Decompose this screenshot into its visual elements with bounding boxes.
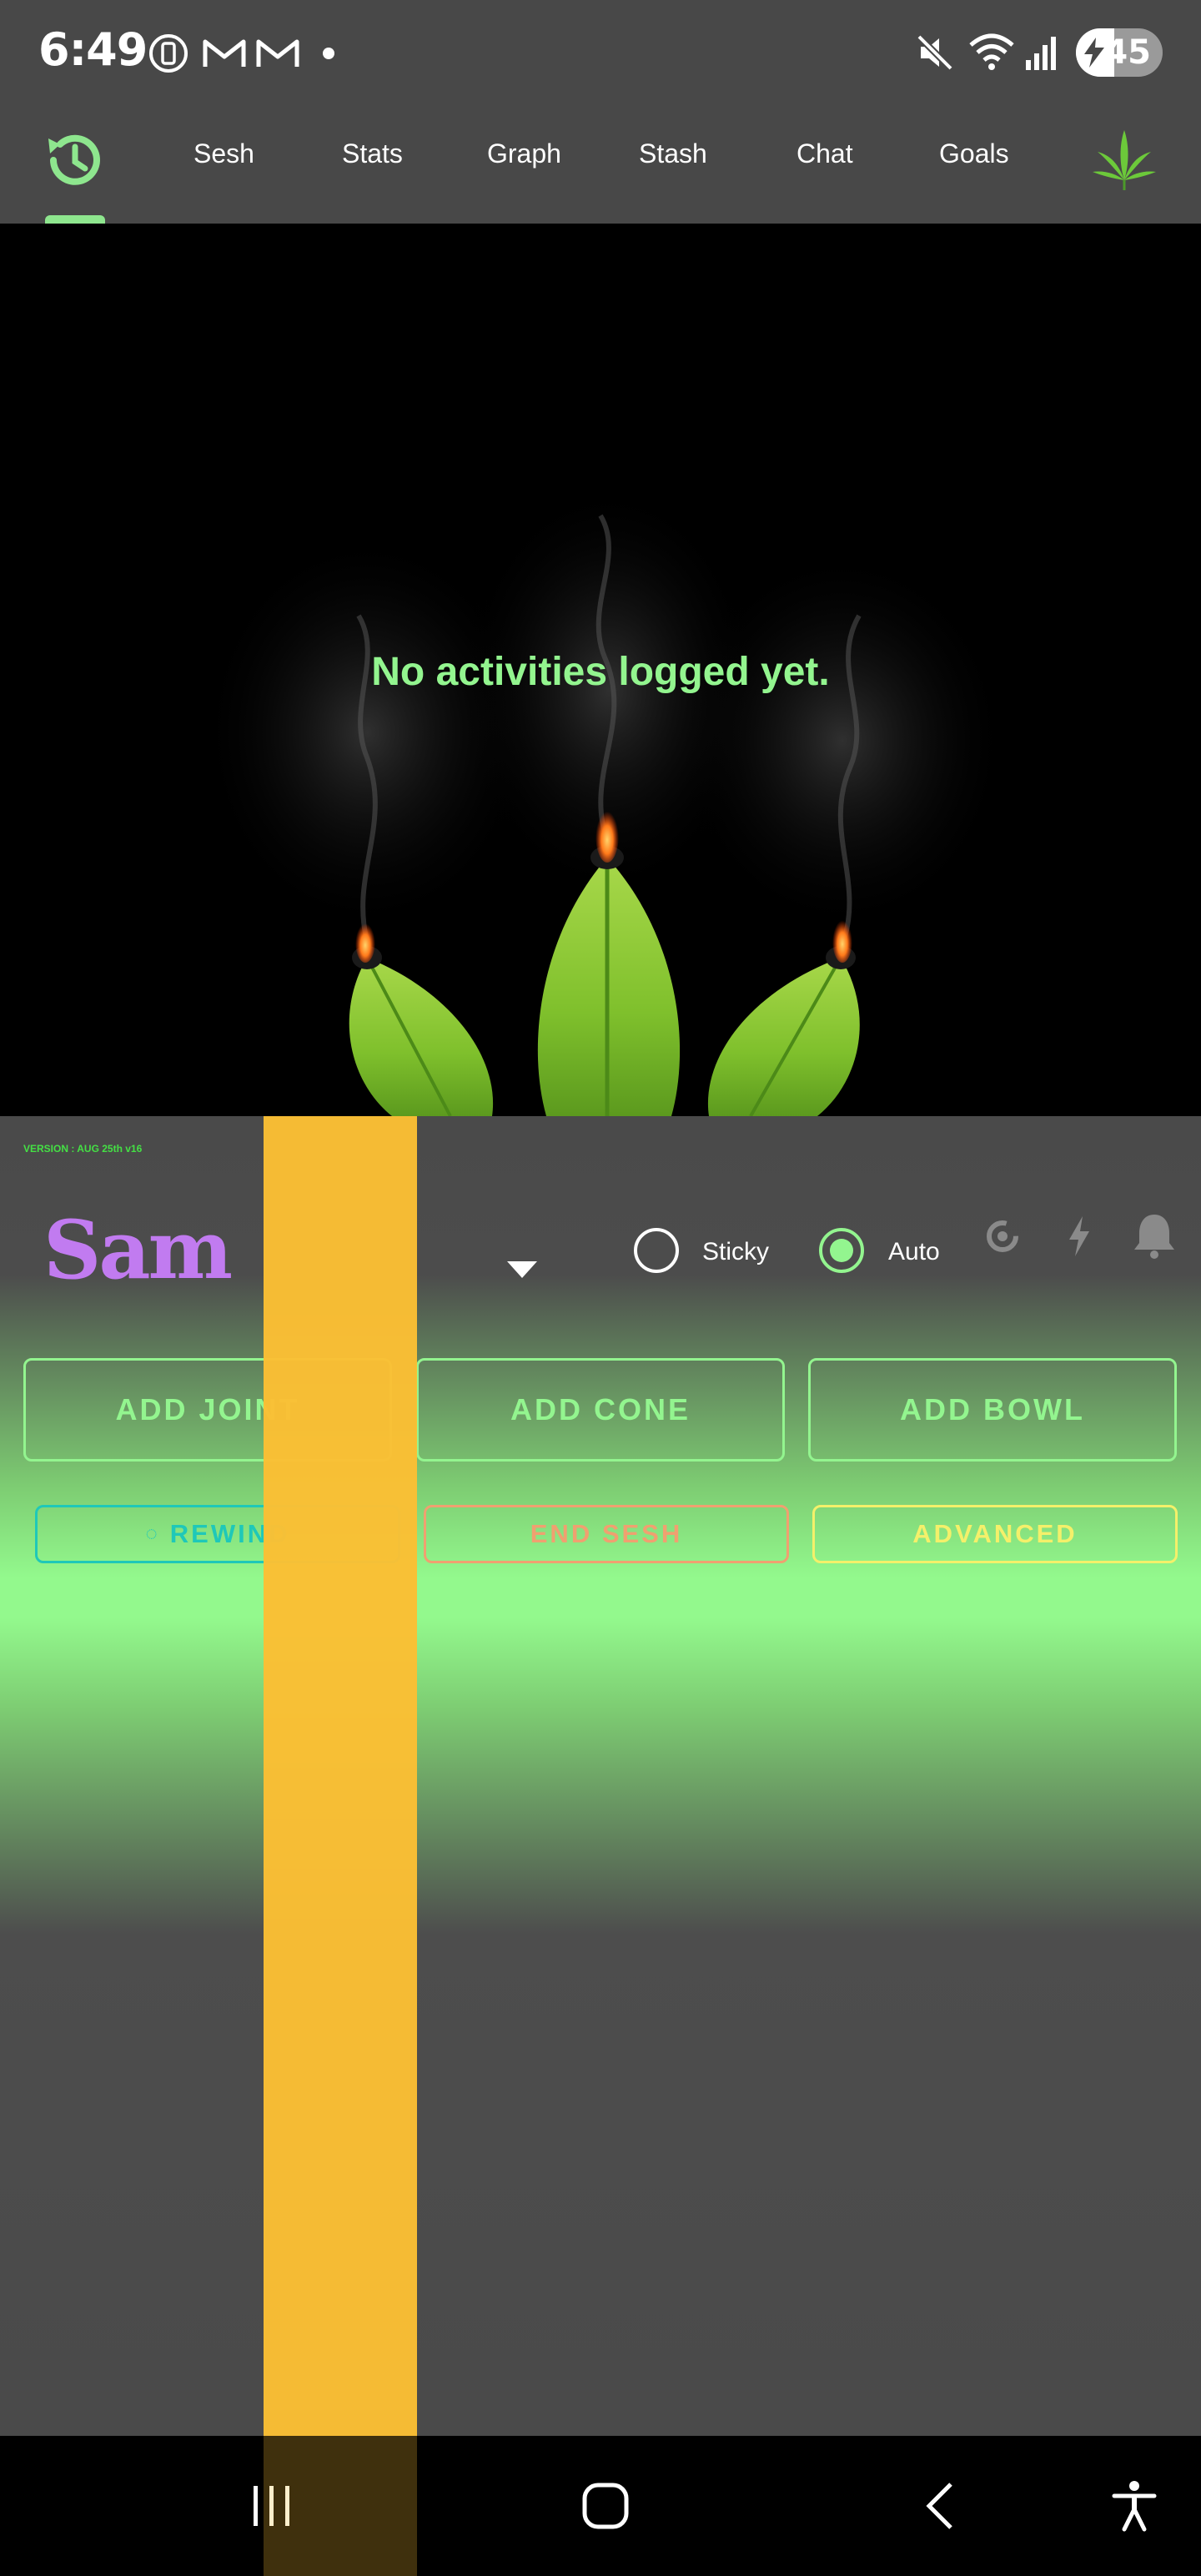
rewind-icon: ◌: [145, 1522, 160, 1545]
rotate-icon[interactable]: [982, 1216, 1023, 1260]
advanced-button[interactable]: ADVANCED: [812, 1505, 1178, 1563]
battery-charging-icon: 45: [1076, 28, 1163, 77]
end-sesh-button[interactable]: END SESH: [424, 1505, 789, 1563]
cannabis-leaf-icon[interactable]: [1091, 127, 1158, 198]
lightning-icon[interactable]: [1066, 1215, 1093, 1262]
auto-radio[interactable]: [819, 1228, 864, 1273]
sticky-label: Sticky: [702, 1238, 770, 1265]
system-nav-bar: [0, 2436, 1201, 2576]
add-cone-button[interactable]: ADD CONE: [416, 1358, 785, 1462]
user-name[interactable]: Sam: [43, 1203, 233, 1297]
overlay-strip-shadow: [264, 2436, 417, 2576]
chevron-down-icon[interactable]: [507, 1261, 537, 1278]
activity-log-area: No activities logged yet.: [0, 224, 1201, 1116]
home-icon[interactable]: [580, 2481, 631, 2535]
tab-stats[interactable]: Stats: [342, 138, 403, 169]
gmail-icon: [254, 32, 302, 79]
empty-state-message: No activities logged yet.: [371, 650, 830, 694]
status-bar: 6:49 45: [0, 0, 1201, 105]
gmail-icon: [200, 32, 249, 79]
screen-record-icon: [147, 32, 190, 79]
back-icon[interactable]: [921, 2481, 961, 2535]
bell-icon[interactable]: [1131, 1210, 1178, 1264]
tab-goals[interactable]: Goals: [939, 138, 1009, 169]
tab-sesh[interactable]: Sesh: [193, 138, 254, 169]
signal-icon: [1024, 32, 1061, 78]
notification-dot-icon: [322, 47, 335, 64]
session-control-panel: VERSION : AUG 25th v16 Sam Sticky Auto A…: [0, 1116, 1201, 2436]
auto-label: Auto: [888, 1238, 940, 1265]
status-time: 6:49: [38, 23, 148, 76]
mute-icon: [914, 32, 956, 78]
tab-indicator: [45, 215, 105, 224]
tab-stash[interactable]: Stash: [639, 138, 707, 169]
tab-chat[interactable]: Chat: [796, 138, 853, 169]
wifi-icon: [967, 32, 1016, 78]
tab-graph[interactable]: Graph: [487, 138, 561, 169]
battery-level: 45: [1104, 33, 1151, 72]
tab-bar: Sesh Stats Graph Stash Chat Goals: [0, 105, 1201, 224]
history-icon[interactable]: [42, 127, 108, 198]
overlay-strip: [264, 1116, 417, 2576]
accessibility-icon[interactable]: [1109, 2479, 1159, 2537]
version-label: VERSION : AUG 25th v16: [23, 1143, 143, 1155]
add-bowl-button[interactable]: ADD BOWL: [808, 1358, 1177, 1462]
sticky-radio[interactable]: [634, 1228, 679, 1273]
